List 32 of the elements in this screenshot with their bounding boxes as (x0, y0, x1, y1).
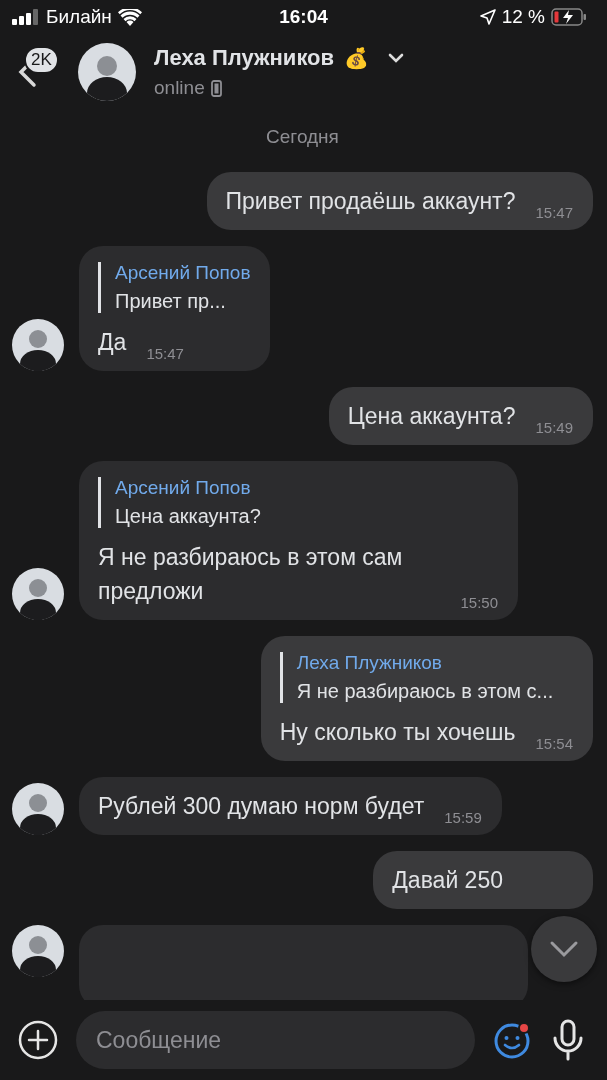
message-text: Давай 250 (392, 866, 503, 895)
message-text: Цена аккаунта? (347, 402, 516, 431)
message-text: Рублей 300 думаю норм будет (98, 792, 425, 821)
reply-quote[interactable]: Леха Плужников Я не разбираюсь в этом с... (279, 652, 573, 703)
reply-author: Арсений Попов (115, 477, 252, 499)
reply-quote[interactable]: Арсений Попов Цена аккаунта? (98, 477, 498, 528)
reply-author: Леха Плужников (296, 652, 443, 674)
contact-name[interactable]: Леха Плужников (154, 45, 335, 71)
money-bag-emoji: 💰 (344, 46, 370, 70)
message-time: 15:47 (146, 345, 184, 363)
status-time: 16:04 (279, 6, 328, 28)
battery-percent: 12 % (501, 6, 545, 28)
carrier-name: Билайн (46, 6, 112, 28)
message-time: 15:59 (444, 809, 482, 827)
message-text: Привет продаёшь аккаунт? (225, 187, 516, 216)
unread-badge: 2K (24, 46, 59, 74)
message-time: 15:49 (535, 419, 573, 437)
reply-quote[interactable]: Арсений Попов Привет пр... (98, 262, 251, 313)
online-status: online (154, 77, 205, 99)
message-text: Ну сколько ты хочешь (279, 718, 516, 747)
message-time: 15:50 (460, 594, 498, 612)
message-field[interactable]: Сообщение (76, 1011, 475, 1069)
message-text: Да (98, 328, 127, 357)
message-text: Я не разбираюсь в этом сам предложи (98, 543, 404, 606)
reply-author: Арсений Попов (115, 262, 251, 284)
back-button[interactable]: 2K (16, 42, 60, 102)
message-time: 15:54 (535, 735, 573, 753)
reply-text: Цена аккаунта? (115, 505, 262, 528)
reply-text: Привет пр... (115, 290, 227, 313)
message-time: 15:47 (535, 204, 573, 222)
reply-text: Я не разбираюсь в этом с... (296, 680, 555, 703)
date-divider: Сегодня (266, 126, 339, 148)
